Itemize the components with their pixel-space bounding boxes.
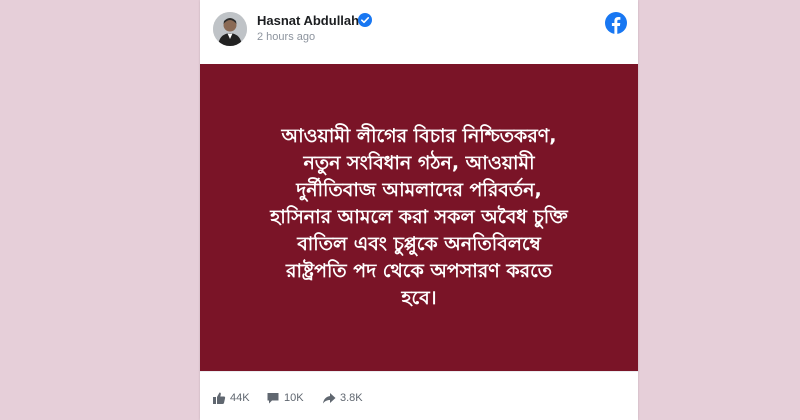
facebook-post-card: Hasnat Abdullah 2 hours ago আওয়ামী লীগে… [200, 0, 638, 420]
shares-count[interactable]: 3.8K [322, 390, 363, 406]
likes-count[interactable]: 44K [212, 390, 250, 406]
post-text: আওয়ামী লীগের বিচার নিশ্চিতকরণ, নতুন সংব… [270, 125, 568, 309]
post-header: Hasnat Abdullah 2 hours ago [200, 0, 638, 64]
verified-badge-icon [358, 13, 372, 27]
avatar-image [213, 12, 247, 46]
thumbs-up-icon [213, 392, 226, 404]
shares-value: 3.8K [340, 392, 363, 404]
post-text-image[interactable]: আওয়ামী লীগের বিচার নিশ্চিতকরণ, নতুন সংব… [200, 64, 638, 371]
comment-bubble-icon [267, 393, 279, 404]
comments-count[interactable]: 10K [266, 390, 304, 406]
avatar[interactable] [213, 12, 247, 46]
post-timestamp[interactable]: 2 hours ago [257, 31, 315, 43]
author-name[interactable]: Hasnat Abdullah [257, 13, 359, 28]
comments-value: 10K [284, 392, 304, 404]
facebook-logo-icon[interactable] [605, 12, 627, 34]
likes-value: 44K [230, 392, 250, 404]
share-arrow-icon [323, 393, 336, 404]
post-footer: 44K 10K 3.8K [200, 371, 638, 420]
